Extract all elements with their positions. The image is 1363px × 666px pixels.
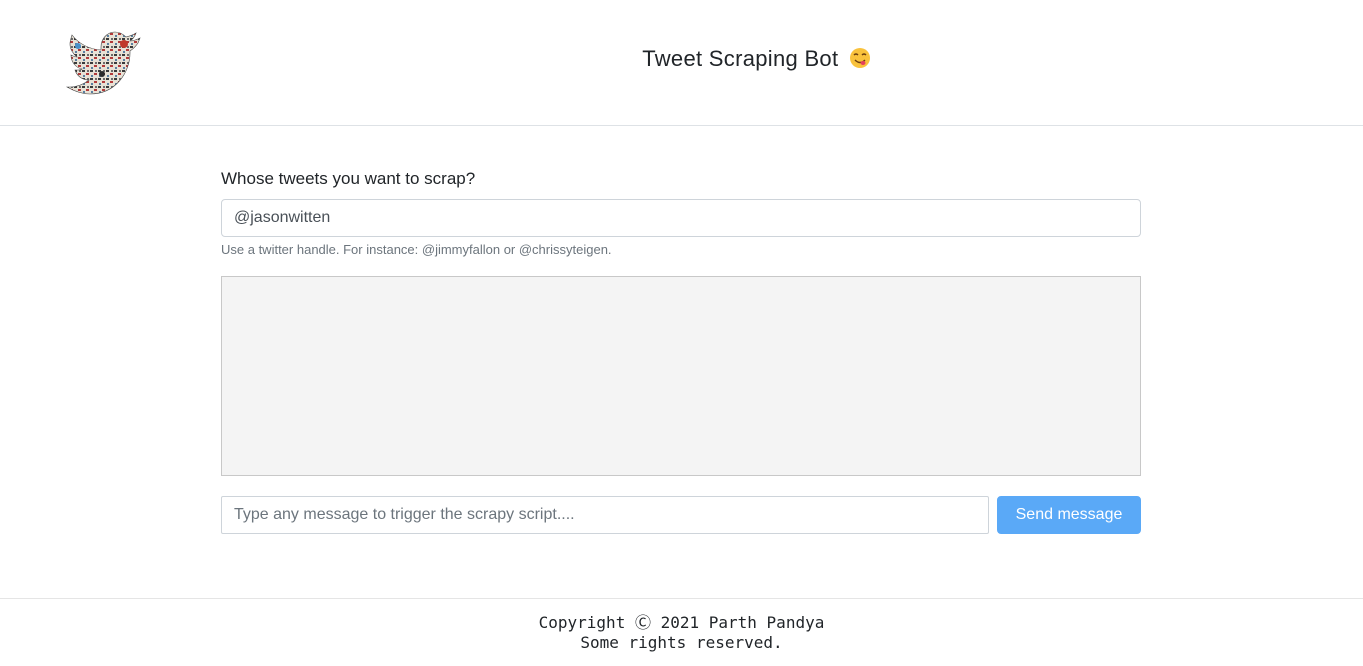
page-title-text: Tweet Scraping Bot bbox=[642, 46, 839, 71]
message-input[interactable] bbox=[221, 496, 989, 534]
rights-text: Some rights reserved. bbox=[580, 633, 783, 652]
yum-face-emoji-icon bbox=[849, 47, 871, 69]
copyright-text: Copyright Ⓒ 2021 Parth Pandya bbox=[538, 613, 825, 632]
handle-help-text: Use a twitter handle. For instance: @jim… bbox=[221, 242, 612, 257]
twitter-handle-input[interactable] bbox=[221, 199, 1141, 237]
tweets-output-area bbox=[221, 276, 1141, 476]
page-title: Tweet Scraping Bot bbox=[0, 46, 1363, 72]
footer: Copyright Ⓒ 2021 Parth Pandya Some right… bbox=[0, 598, 1363, 666]
header: Tweet Scraping Bot bbox=[0, 0, 1363, 126]
handle-question-label: Whose tweets you want to scrap? bbox=[221, 169, 476, 188]
send-message-button[interactable]: Send message bbox=[997, 496, 1141, 534]
